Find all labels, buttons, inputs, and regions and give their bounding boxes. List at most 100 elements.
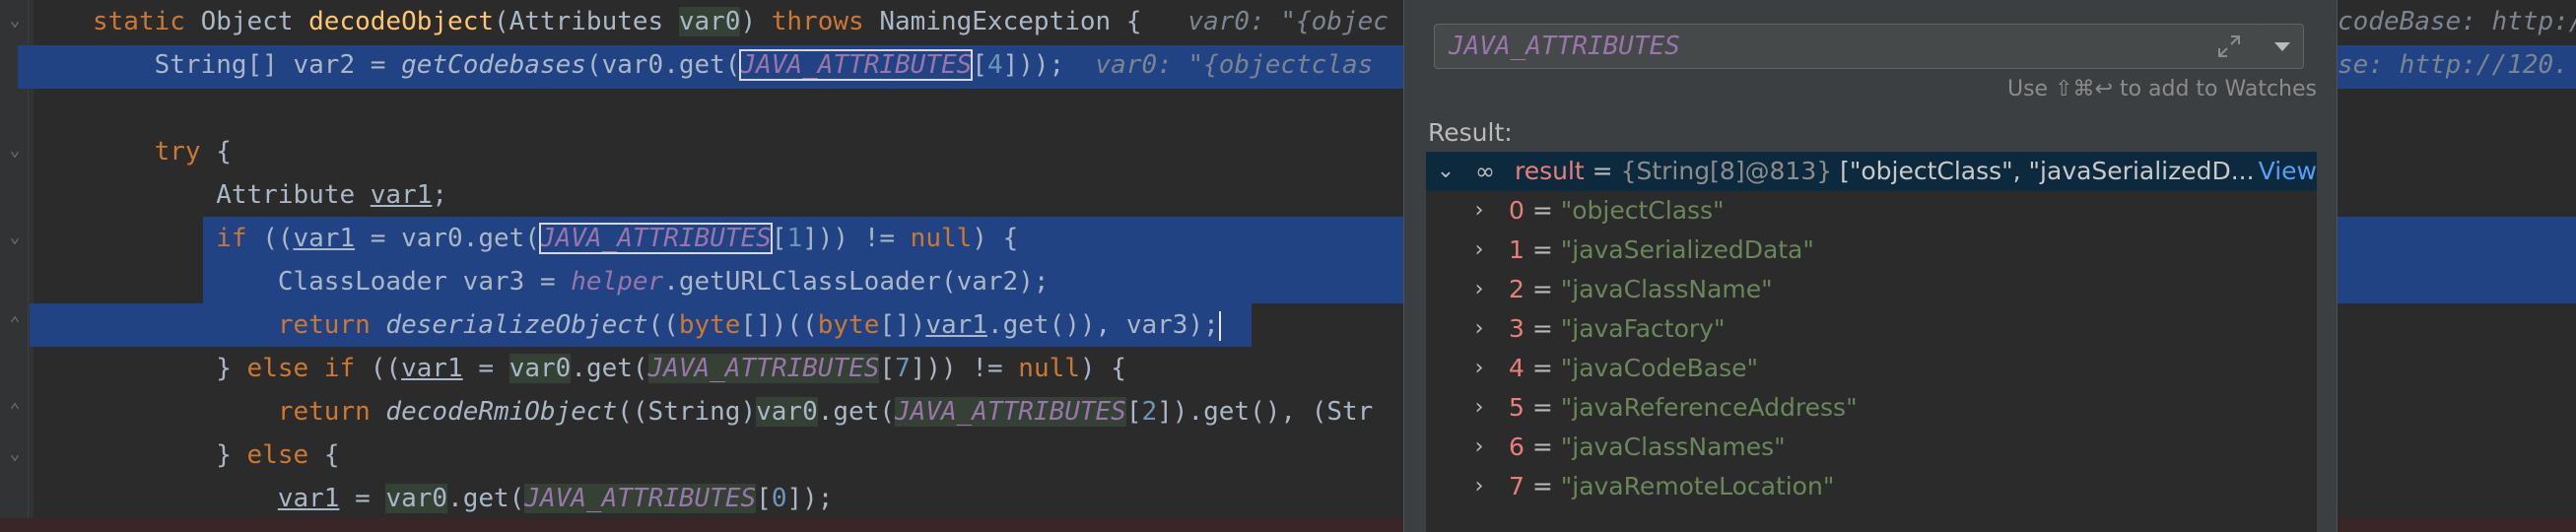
inline-debug-hint: codeBase: http:/ bbox=[2338, 7, 2576, 36]
fold-icon[interactable]: ⌄ bbox=[8, 12, 22, 30]
code-token: NamingException { bbox=[879, 7, 1142, 36]
fold-icon[interactable]: ⌃ bbox=[8, 315, 22, 333]
item-index: 0 bbox=[1509, 196, 1525, 225]
code-token: } bbox=[93, 440, 247, 470]
watch-glasses-icon: ∞ bbox=[1475, 158, 1495, 185]
item-value: "javaReferenceAddress" bbox=[1560, 393, 1858, 422]
view-link[interactable]: View bbox=[2259, 152, 2317, 191]
item-index: 4 bbox=[1509, 354, 1525, 382]
code-token: [])(( bbox=[740, 310, 818, 340]
code-token: var1 bbox=[925, 310, 987, 340]
code-token: .get( bbox=[447, 484, 525, 513]
result-type: {String[8]@813} bbox=[1620, 157, 1833, 185]
code-token: ; bbox=[432, 180, 448, 210]
item-index: 7 bbox=[1509, 472, 1525, 500]
code-token: []) bbox=[879, 310, 926, 340]
code-token: [ bbox=[972, 50, 987, 80]
chevron-down-icon bbox=[2274, 42, 2290, 51]
code-token: [ bbox=[1125, 397, 1142, 427]
result-item-row[interactable]: › 6 = "javaClassNames" bbox=[1426, 428, 2317, 467]
code-token: var1 bbox=[277, 484, 340, 513]
code-token: var0: "{objectclas bbox=[1064, 50, 1374, 80]
chevron-right-icon[interactable]: › bbox=[1469, 231, 1489, 270]
code-token: getCodebases bbox=[401, 50, 586, 80]
code-token: else bbox=[246, 440, 324, 470]
code-token: 4 bbox=[986, 50, 1003, 80]
fold-icon[interactable]: ⌄ bbox=[8, 229, 22, 246]
code-token: = var0.get( bbox=[355, 224, 540, 253]
item-value: "javaRemoteLocation" bbox=[1560, 472, 1835, 500]
result-item-row[interactable]: › 2 = "javaClassName" bbox=[1426, 270, 2317, 309]
code-token: null bbox=[910, 224, 973, 253]
chevron-right-icon[interactable]: › bbox=[1469, 309, 1489, 349]
code-token: JAVA_ATTRIBUTES bbox=[895, 397, 1126, 427]
code-token: JAVA_ATTRIBUTES bbox=[647, 354, 880, 383]
code-token: return bbox=[93, 397, 386, 427]
code-token: (Attributes bbox=[494, 7, 679, 36]
code-token: byte bbox=[678, 310, 741, 340]
fold-icon[interactable]: ⌃ bbox=[8, 402, 22, 420]
fold-icon[interactable]: ⌄ bbox=[8, 445, 22, 463]
code-token: ((String) bbox=[617, 397, 757, 427]
code-token: null bbox=[1018, 354, 1080, 383]
chevron-right-icon[interactable]: › bbox=[1469, 191, 1489, 231]
code-token: decodeRmiObject bbox=[385, 397, 618, 427]
item-index: 5 bbox=[1509, 393, 1525, 422]
chevron-down-icon[interactable]: ⌄ bbox=[1436, 152, 1456, 191]
chevron-right-icon[interactable]: › bbox=[1469, 270, 1489, 309]
result-item-row[interactable]: › 0 = "objectClass" bbox=[1426, 191, 2317, 231]
code-token: = bbox=[339, 484, 386, 513]
code-token: = bbox=[462, 354, 509, 383]
result-item-row[interactable]: › 1 = "javaSerializedData" bbox=[1426, 231, 2317, 270]
code-text: return deserializeObject((byte[])((byte[… bbox=[93, 307, 1221, 343]
code-text: return decodeRmiObject((String)var0.get(… bbox=[93, 394, 1373, 430]
code-token: } bbox=[93, 354, 247, 383]
text-caret bbox=[1218, 310, 1221, 341]
code-token: .getURLClassLoader(var2); bbox=[663, 267, 1050, 297]
result-root-row[interactable]: ⌄ ∞ result = {String[8]@813} ["objectCla… bbox=[1426, 152, 2317, 191]
code-token: .get( bbox=[571, 354, 648, 383]
item-value: "javaFactory" bbox=[1560, 314, 1726, 343]
result-item-row[interactable]: › 4 = "javaCodeBase" bbox=[1426, 349, 2317, 388]
code-token: var0 bbox=[385, 484, 448, 513]
code-token: ) { bbox=[972, 224, 1019, 253]
code-token: static bbox=[93, 7, 201, 36]
result-item-row[interactable]: › 5 = "javaReferenceAddress" bbox=[1426, 388, 2317, 428]
code-text: Attribute var1; bbox=[93, 177, 447, 213]
item-index: 2 bbox=[1509, 275, 1525, 303]
code-token: helper bbox=[571, 267, 664, 297]
code-text: String[] var2 = getCodebases(var0.get(JA… bbox=[93, 47, 1373, 83]
code-text: } else { bbox=[93, 437, 339, 473]
evaluate-expression-panel: JAVA_ATTRIBUTES Use ⇧⌘↩ to add to Watche… bbox=[1403, 0, 2338, 532]
expression-input[interactable]: JAVA_ATTRIBUTES bbox=[1434, 24, 2264, 69]
code-token: var0: "{objec bbox=[1141, 7, 1389, 36]
code-text: static Object decodeObject(Attributes va… bbox=[93, 4, 1389, 39]
code-token: try bbox=[93, 137, 217, 166]
result-tree[interactable]: ⌄ ∞ result = {String[8]@813} ["objectCla… bbox=[1426, 152, 2317, 532]
code-text: ClassLoader var3 = helper.getURLClassLoa… bbox=[93, 264, 1050, 299]
expand-icon[interactable] bbox=[2215, 33, 2243, 60]
inline-debug-hint: se: http://120. bbox=[2338, 50, 2569, 80]
code-token: ClassLoader var3 = bbox=[93, 267, 572, 297]
fold-icon[interactable]: ⌄ bbox=[8, 142, 22, 160]
code-token: { bbox=[216, 137, 232, 166]
code-token: else if bbox=[246, 354, 371, 383]
code-token: JAVA_ATTRIBUTES bbox=[739, 49, 974, 81]
result-item-row[interactable]: › 3 = "javaFactory" bbox=[1426, 309, 2317, 349]
item-value: "javaClassName" bbox=[1560, 275, 1773, 303]
chevron-right-icon[interactable]: › bbox=[1469, 388, 1489, 428]
result-item-row[interactable]: › 7 = "javaRemoteLocation" bbox=[1426, 467, 2317, 506]
code-token: var1 bbox=[370, 180, 433, 210]
chevron-right-icon[interactable]: › bbox=[1469, 467, 1489, 506]
code-token: var0 bbox=[678, 7, 741, 36]
item-value: "objectClass" bbox=[1560, 196, 1725, 225]
code-token: var1 bbox=[293, 224, 356, 253]
chevron-right-icon[interactable]: › bbox=[1469, 428, 1489, 467]
history-dropdown-button[interactable] bbox=[2262, 24, 2304, 69]
code-token: (var0.get( bbox=[585, 50, 741, 80]
code-token: .get()), var3); bbox=[986, 310, 1219, 340]
code-token: byte bbox=[817, 310, 880, 340]
chevron-right-icon[interactable]: › bbox=[1469, 349, 1489, 388]
code-token: var0 bbox=[756, 397, 818, 427]
